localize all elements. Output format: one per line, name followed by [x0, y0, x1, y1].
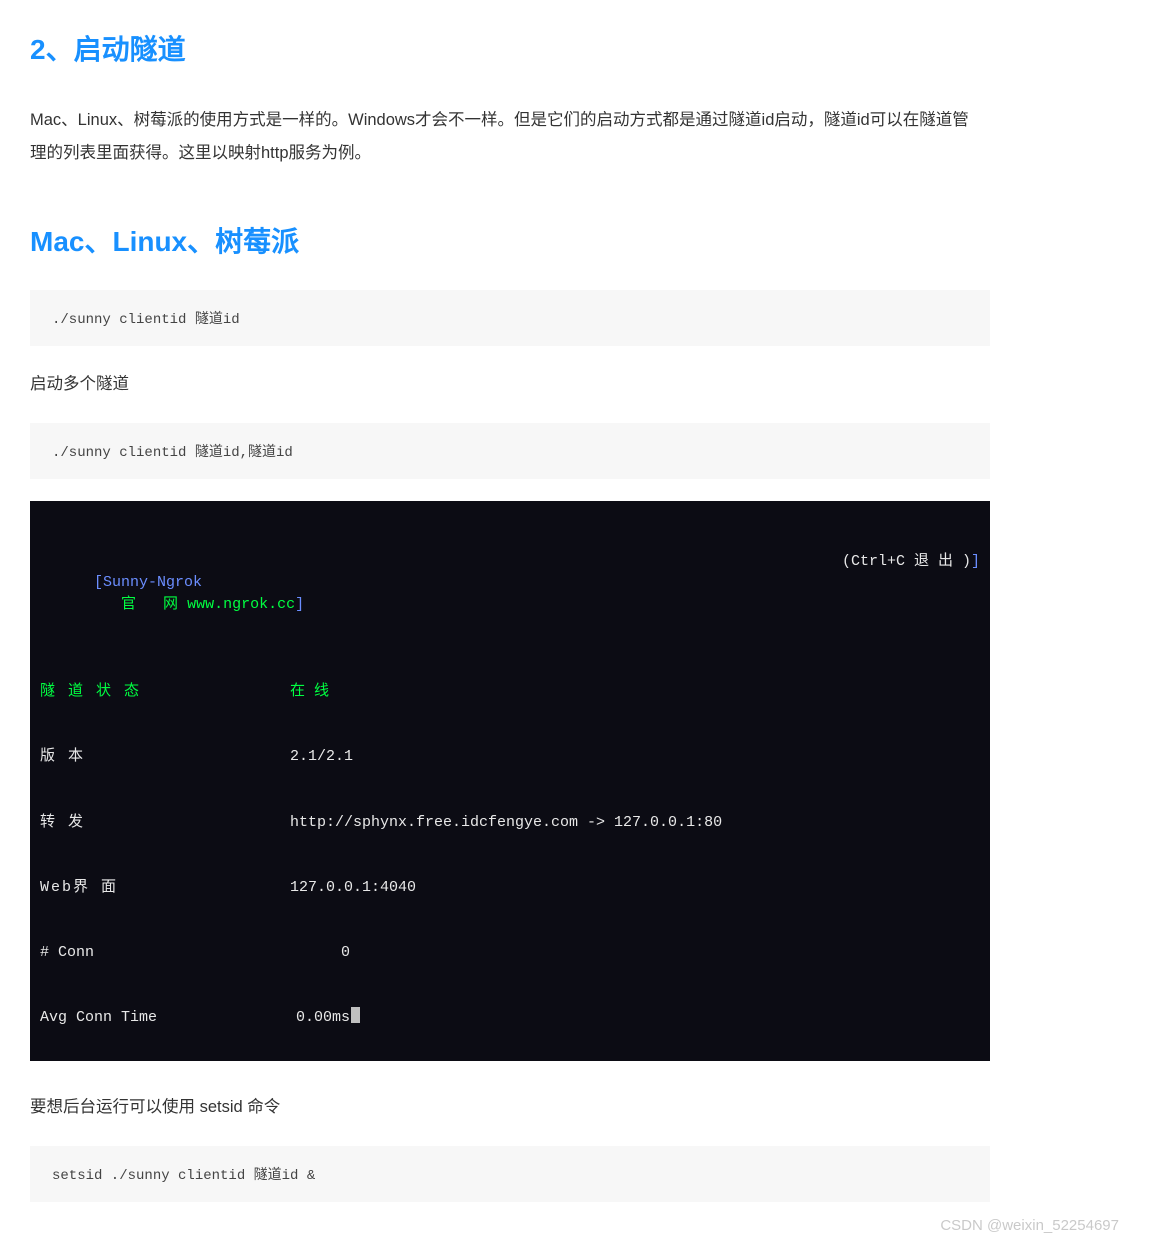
terminal-avg-row: Avg Conn Time0.00ms — [40, 1007, 980, 1029]
terminal-web-row: Web界 面127.0.0.1:4040 — [40, 877, 980, 899]
watermark: CSDN @weixin_52254697 — [940, 1217, 1119, 1234]
section-heading-2: Mac、Linux、树莓派 — [30, 220, 1119, 260]
code-block-single: ./sunny clientid 隧道id — [30, 290, 990, 346]
section-heading-1: 2、启动隧道 — [30, 28, 1119, 68]
background-run-text: 要想后台运行可以使用 setsid 命令 — [30, 1091, 970, 1124]
terminal-forward-row: 转 发http://sphynx.free.idcfengye.com -> 1… — [40, 812, 980, 834]
code-block-multi: ./sunny clientid 隧道id,隧道id — [30, 423, 990, 479]
terminal-brand-label: 官 网 www.ngrok.cc — [94, 596, 295, 613]
terminal-output: [Sunny-Ngrok 官 网 www.ngrok.cc] (Ctrl+C 退… — [30, 501, 990, 1061]
terminal-brand: [Sunny-Ngrok — [94, 574, 202, 591]
terminal-cursor — [351, 1007, 360, 1023]
code-block-setsid: setsid ./sunny clientid 隧道id & — [30, 1146, 990, 1202]
terminal-version-row: 版 本2.1/2.1 — [40, 746, 980, 768]
terminal-conn-row: # Conn0 — [40, 942, 980, 964]
terminal-status-row: 隧 道 状 态在 线 — [40, 681, 980, 703]
multi-tunnel-text: 启动多个隧道 — [30, 368, 970, 401]
terminal-exit-hint: (Ctrl+C 退 出 )] — [842, 551, 980, 638]
intro-paragraph: Mac、Linux、树莓派的使用方式是一样的。Windows才会不一样。但是它们… — [30, 104, 970, 170]
